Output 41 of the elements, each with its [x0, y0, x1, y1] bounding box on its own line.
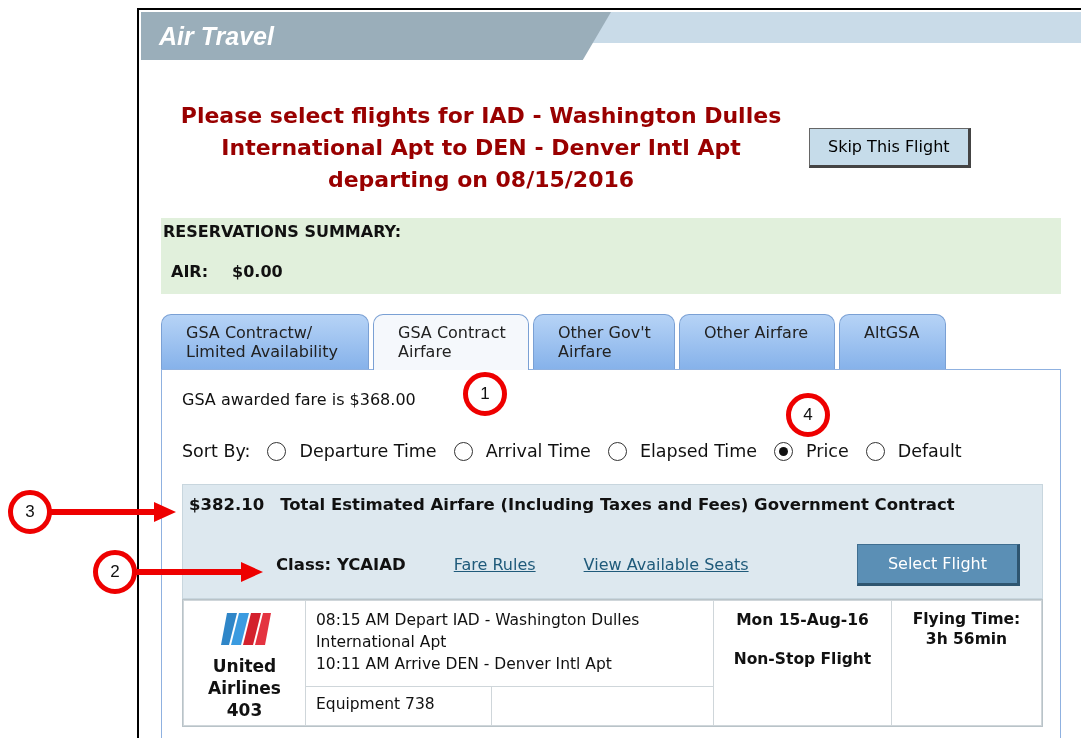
callout-number: 1 — [463, 372, 507, 416]
stops-text: Non-Stop Flight — [732, 649, 873, 671]
airline-name: United Airlines — [207, 655, 282, 699]
departure-text: 08:15 AM Depart IAD - Washington Dulles International Apt — [316, 610, 641, 653]
radio-button[interactable] — [774, 441, 793, 461]
fare-link[interactable]: Fare Rules — [453, 553, 536, 577]
tab[interactable]: GSA Contract Airfare — [373, 314, 529, 370]
flying-time-label: Flying Time: — [911, 609, 1022, 629]
summary-title: RESERVATIONS SUMMARY: — [163, 221, 403, 243]
callout-number: 3 — [8, 490, 52, 534]
sort-option-label[interactable]: Elapsed Time — [639, 438, 757, 465]
sort-option-label[interactable]: Departure Time — [299, 438, 437, 465]
fare-link[interactable]: View Available Seats — [583, 553, 749, 577]
flying-time: 3h 56min — [924, 629, 1009, 649]
equipment-text: Equipment 738 — [316, 694, 435, 713]
flight-date: Mon 15-Aug-16 — [735, 610, 870, 631]
tab[interactable]: AltGSA — [839, 314, 946, 369]
radio-button[interactable] — [453, 441, 473, 461]
fare-class: Class: YCAIAD — [276, 553, 406, 576]
arrival-text: 10:11 AM Arrive DEN - Denver Intl Apt — [316, 654, 613, 675]
fare-description: Total Estimated Airfare (Including Taxes and Fees) Government Contract — [280, 494, 955, 517]
summary-amount: $0.00 — [232, 261, 283, 283]
sort-option-label[interactable]: Price — [806, 438, 849, 465]
flight-number: 403 — [225, 699, 264, 721]
awarded-fare-text: GSA awarded fare is $368.00 — [182, 390, 416, 409]
tab[interactable]: GSA Contractw/ Limited Availability — [161, 314, 369, 369]
radio-button[interactable] — [267, 441, 287, 461]
callout-number: 2 — [93, 550, 137, 594]
skip-flight-button[interactable]: Skip This Flight — [809, 128, 971, 168]
sort-option-label[interactable]: Arrival Time — [485, 438, 591, 465]
summary-label: AIR: — [171, 261, 209, 283]
sort-option-label[interactable]: Default — [897, 438, 962, 465]
callout-number: 4 — [786, 393, 830, 437]
radio-button[interactable] — [865, 441, 885, 461]
fare-amount: $382.10 — [189, 494, 265, 517]
tab[interactable]: Other Gov't Airfare — [533, 314, 675, 369]
radio-button[interactable] — [607, 441, 627, 461]
tab[interactable]: Other Airfare — [679, 314, 835, 369]
sort-label: Sort By: — [182, 440, 251, 463]
page-title: Air Travel — [159, 22, 274, 50]
flight-prompt: Please select flights for IAD - Washington Dulles International Apt to DEN - Denver Intl Apt departing on 08/15/2016 — [179, 102, 783, 194]
